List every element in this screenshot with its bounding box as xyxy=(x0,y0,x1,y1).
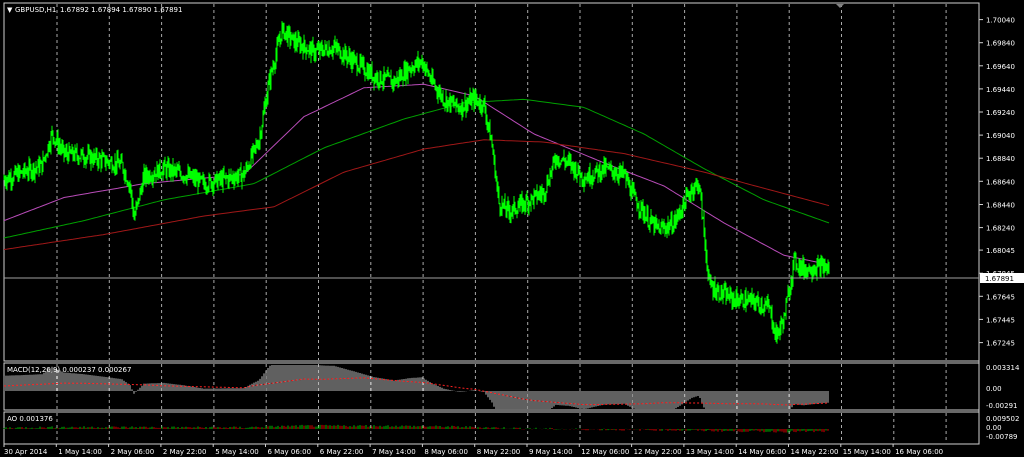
ao-header: AO 0.001376 xyxy=(7,415,53,423)
time-tick-label: 8 May 06:00 xyxy=(424,448,468,456)
candlestick-series xyxy=(3,21,830,344)
trading-terminal: ▼ GBPUSD,H1 1.67892 1.67894 1.67890 1.67… xyxy=(0,0,1024,457)
time-scale: 30 Apr 2014 1 May 14:00 2 May 06:00 2 May 2… xyxy=(3,444,943,456)
price-tick-label: 1.68640 xyxy=(986,178,1015,186)
price-scale: 1.70040 1.69840 1.69640 1.69440 1.69240 1.690… xyxy=(979,17,1015,348)
price-tick-label: 1.68045 xyxy=(986,247,1015,255)
time-tick-label: 7 May 14:00 xyxy=(372,448,416,456)
macd-scale: 0.003314 0.00 -0.00291 xyxy=(986,364,1020,410)
price-tick-label: 1.67445 xyxy=(986,316,1015,324)
time-tick-label: 6 May 06:00 xyxy=(268,448,312,456)
time-tick-label: 12 May 06:00 xyxy=(581,448,629,456)
macd-header: MACD(12,26,9) 0.000237 0.000267 xyxy=(7,366,131,374)
time-tick-label: 1 May 14:00 xyxy=(58,448,102,456)
time-tick-label: 15 May 14:00 xyxy=(843,448,891,456)
ao-tick-label: -0.00789 xyxy=(986,433,1017,441)
time-tick-label: 13 May 14:00 xyxy=(686,448,734,456)
time-tick-label: 16 May 06:00 xyxy=(895,448,943,456)
price-tag: 1.67891 xyxy=(985,275,1014,283)
time-tick-label: 2 May 06:00 xyxy=(111,448,155,456)
time-tick-label: 14 May 22:00 xyxy=(791,448,839,456)
ohlc-values: 1.67892 1.67894 1.67890 1.67891 xyxy=(60,6,182,14)
price-chart[interactable]: ▼ GBPUSD,H1 1.67892 1.67894 1.67890 1.67… xyxy=(0,0,1024,457)
ao-tick-label: 0.009502 xyxy=(986,415,1019,423)
price-tick-label: 1.68440 xyxy=(986,202,1015,210)
price-tick-label: 1.68840 xyxy=(986,155,1015,163)
price-tick-label: 1.69840 xyxy=(986,40,1015,48)
time-tick-label: 2 May 22:00 xyxy=(163,448,207,456)
macd-tick-label: 0.003314 xyxy=(986,364,1020,372)
price-tick-label: 1.67645 xyxy=(986,293,1015,301)
macd-tick-label: -0.00291 xyxy=(986,402,1017,410)
awesome-oscillator xyxy=(3,424,829,433)
time-tick-label: 8 May 22:00 xyxy=(477,448,521,456)
price-tick-label: 1.69040 xyxy=(986,132,1015,140)
time-tick-label: 9 May 14:00 xyxy=(529,448,573,456)
moving-average-line xyxy=(3,98,830,239)
price-tick-label: 1.68240 xyxy=(986,225,1015,233)
price-tick-label: 1.70040 xyxy=(986,17,1015,25)
grid-lines xyxy=(56,4,947,443)
symbol-label: GBPUSD,H1 xyxy=(15,6,56,14)
time-tick-label: 12 May 22:00 xyxy=(634,448,682,456)
time-tick-label: 14 May 06:00 xyxy=(738,448,786,456)
price-tick-label: 1.67245 xyxy=(986,340,1015,348)
price-tick-label: 1.69440 xyxy=(986,86,1015,94)
time-tick-label: 5 May 14:00 xyxy=(215,448,259,456)
time-tick-label: 30 Apr 2014 xyxy=(4,448,48,456)
price-tick-label: 1.69240 xyxy=(986,109,1015,117)
macd-tick-label: 0.00 xyxy=(986,385,1002,393)
ao-scale: 0.0095020.00-0.00789 xyxy=(986,415,1019,441)
time-tick-label: 6 May 22:00 xyxy=(320,448,364,456)
chart-shift-marker-icon[interactable] xyxy=(836,4,844,8)
price-tick-label: 1.69640 xyxy=(986,63,1015,71)
chart-menu-arrow-icon[interactable]: ▼ xyxy=(7,6,13,14)
ao-tick-label: 0.00 xyxy=(986,424,1002,432)
